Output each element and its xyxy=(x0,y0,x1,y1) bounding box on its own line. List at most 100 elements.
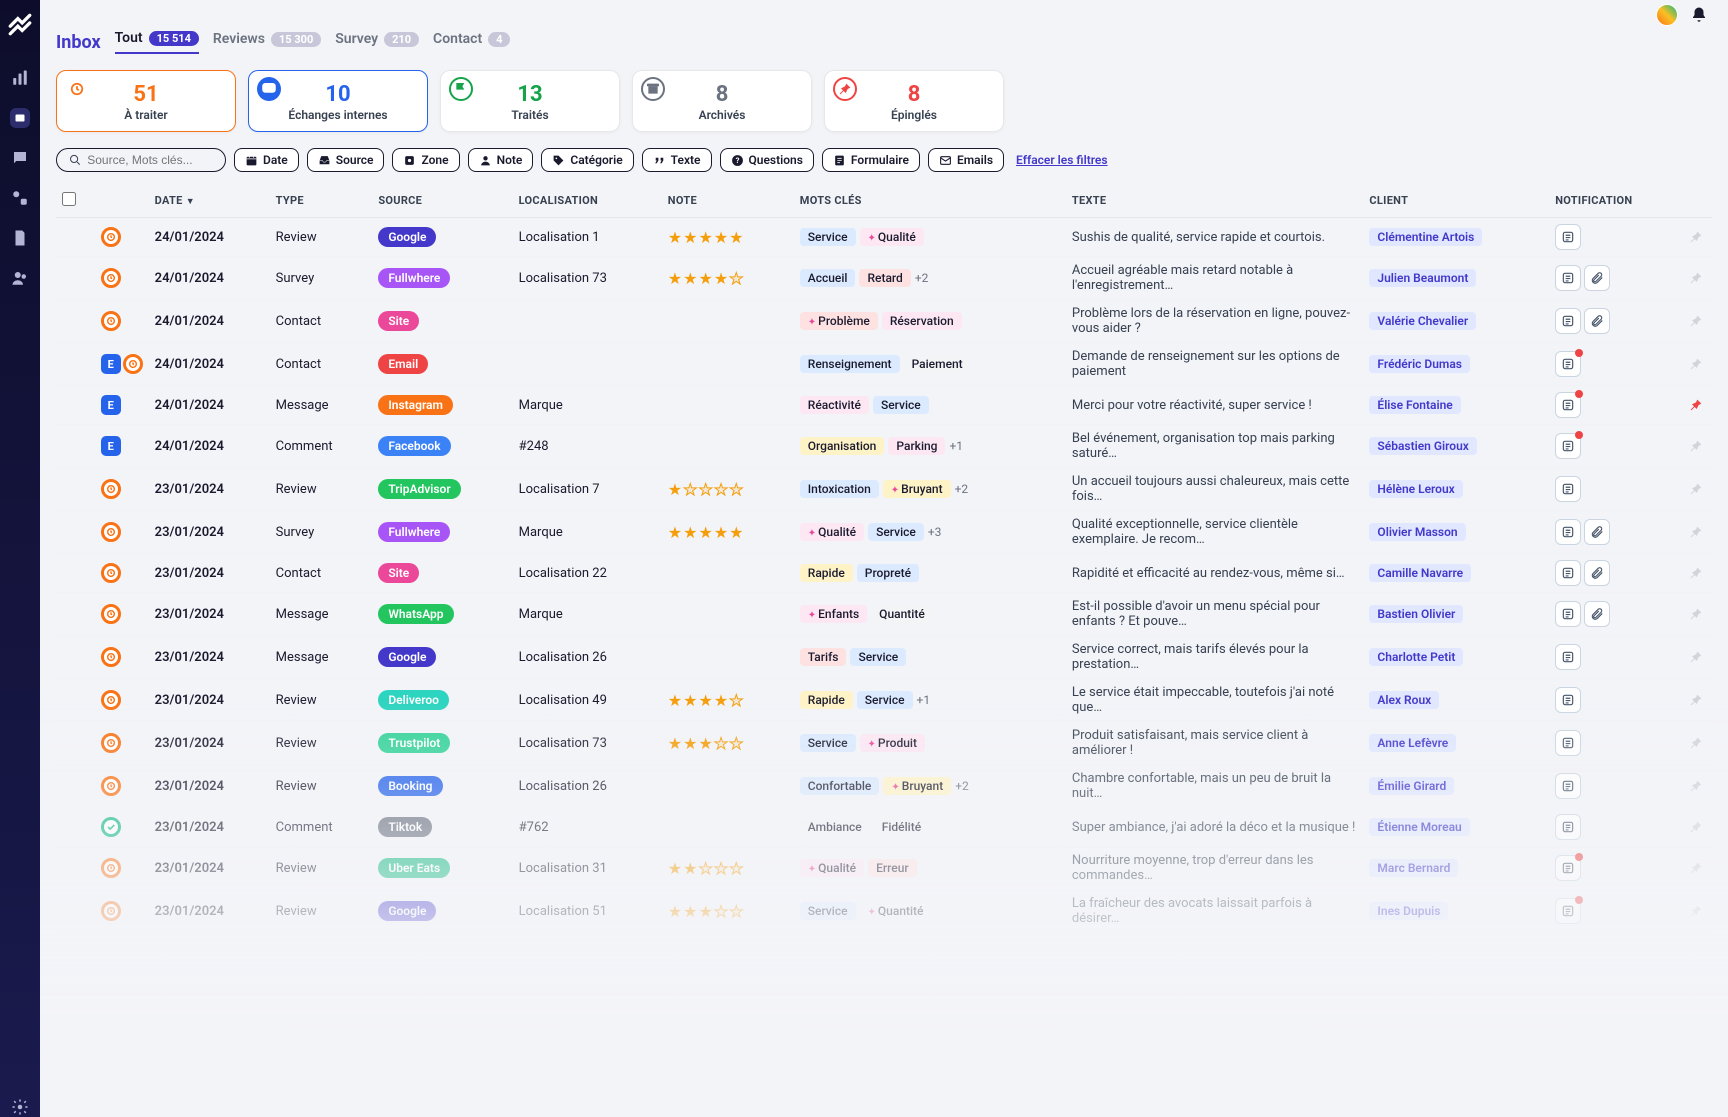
table-row[interactable]: 23/01/2024ReviewTripAdvisorLocalisation … xyxy=(56,468,1712,511)
pin-icon[interactable] xyxy=(1688,356,1706,372)
tab-survey[interactable]: Survey210 xyxy=(335,30,419,54)
clear-filters-link[interactable]: Effacer les filtres xyxy=(1016,153,1108,167)
note-button[interactable] xyxy=(1555,519,1581,545)
note-button[interactable] xyxy=(1555,898,1581,924)
table-row[interactable]: 23/01/2024CommentTiktok#762AmbianceFidél… xyxy=(56,808,1712,847)
client-pill[interactable]: Émilie Girard xyxy=(1369,777,1454,795)
client-pill[interactable]: Olivier Masson xyxy=(1369,523,1465,541)
stat-card-traités[interactable]: 13Traités xyxy=(440,70,620,132)
col-notification[interactable]: NOTIFICATION xyxy=(1549,184,1682,218)
table-row[interactable]: 23/01/2024ContactSiteLocalisation 22Rapi… xyxy=(56,554,1712,593)
search-input[interactable] xyxy=(87,153,213,167)
table-row[interactable]: 24/01/2024ReviewGoogleLocalisation 1★★★★… xyxy=(56,218,1712,257)
nav-chat-icon[interactable] xyxy=(10,148,30,168)
pin-icon[interactable] xyxy=(1688,692,1706,708)
user-avatar[interactable] xyxy=(1656,4,1678,26)
client-pill[interactable]: Julien Beaumont xyxy=(1369,269,1476,287)
client-pill[interactable]: Marc Bernard xyxy=(1369,859,1458,877)
table-row[interactable]: 23/01/2024ReviewGoogleLocalisation 51★★★… xyxy=(56,890,1712,933)
col-localisation[interactable]: LOCALISATION xyxy=(513,184,662,218)
pin-icon[interactable] xyxy=(1688,606,1706,622)
client-pill[interactable]: Anne Lefèvre xyxy=(1369,734,1456,752)
nav-settings-icon[interactable] xyxy=(10,1097,30,1117)
filter-texte[interactable]: Texte xyxy=(642,148,712,172)
note-button[interactable] xyxy=(1555,476,1581,502)
client-pill[interactable]: Alex Roux xyxy=(1369,691,1439,709)
tab-reviews[interactable]: Reviews15 300 xyxy=(213,30,321,54)
table-row[interactable]: 24/01/2024SurveyFullwhereLocalisation 73… xyxy=(56,257,1712,300)
pin-icon[interactable] xyxy=(1688,481,1706,497)
note-button[interactable] xyxy=(1555,560,1581,586)
pin-icon[interactable] xyxy=(1688,565,1706,581)
note-button[interactable] xyxy=(1555,730,1581,756)
note-button[interactable] xyxy=(1555,601,1581,627)
pin-icon[interactable] xyxy=(1688,397,1706,413)
notifications-bell-icon[interactable] xyxy=(1690,6,1708,24)
col-date[interactable]: DATE ▼ xyxy=(149,184,270,218)
filter-catégorie[interactable]: Catégorie xyxy=(541,148,633,172)
pin-icon[interactable] xyxy=(1688,438,1706,454)
attachment-button[interactable] xyxy=(1584,519,1610,545)
filter-note[interactable]: Note xyxy=(468,148,534,172)
pin-icon[interactable] xyxy=(1688,903,1706,919)
col-texte[interactable]: TEXTE xyxy=(1066,184,1364,218)
client-pill[interactable]: Camille Navarre xyxy=(1369,564,1471,582)
note-button[interactable] xyxy=(1555,351,1581,377)
filter-formulaire[interactable]: Formulaire xyxy=(822,148,920,172)
filter-emails[interactable]: Emails xyxy=(928,148,1004,172)
table-row[interactable]: 23/01/2024ReviewBookingLocalisation 26Co… xyxy=(56,765,1712,808)
table-row[interactable]: 23/01/2024ReviewDeliverooLocalisation 49… xyxy=(56,679,1712,722)
pin-icon[interactable] xyxy=(1688,819,1706,835)
nav-document-icon[interactable] xyxy=(10,228,30,248)
filter-zone[interactable]: Zone xyxy=(392,148,459,172)
client-pill[interactable]: Frédéric Dumas xyxy=(1369,355,1470,373)
tab-tout[interactable]: Tout15 514 xyxy=(115,30,199,54)
table-row[interactable]: 23/01/2024ReviewTrustpilotLocalisation 7… xyxy=(56,722,1712,765)
table-row[interactable]: 23/01/2024SurveyFullwhereMarque★★★★★✦Qua… xyxy=(56,511,1712,554)
search-input-wrap[interactable] xyxy=(56,148,226,172)
note-button[interactable] xyxy=(1555,265,1581,291)
table-row[interactable]: E24/01/2024CommentFacebook#248Organisati… xyxy=(56,425,1712,468)
nav-modules-icon[interactable] xyxy=(10,188,30,208)
note-button[interactable] xyxy=(1555,308,1581,334)
col-mots-cles[interactable]: MOTS CLÉS xyxy=(794,184,1066,218)
pin-icon[interactable] xyxy=(1688,735,1706,751)
table-row[interactable]: E24/01/2024MessageInstagramMarqueRéactiv… xyxy=(56,386,1712,425)
stat-card-échanges-internes[interactable]: 10Échanges internes xyxy=(248,70,428,132)
table-row[interactable]: 23/01/2024MessageGoogleLocalisation 26Ta… xyxy=(56,636,1712,679)
note-button[interactable] xyxy=(1555,773,1581,799)
note-button[interactable] xyxy=(1555,814,1581,840)
filter-questions[interactable]: ? Questions xyxy=(720,148,814,172)
note-button[interactable] xyxy=(1555,392,1581,418)
client-pill[interactable]: Valérie Chevalier xyxy=(1369,312,1476,330)
client-pill[interactable]: Élise Fontaine xyxy=(1369,396,1460,414)
col-type[interactable]: TYPE xyxy=(270,184,373,218)
filter-date[interactable]: Date xyxy=(234,148,299,172)
note-button[interactable] xyxy=(1555,644,1581,670)
client-pill[interactable]: Ines Dupuis xyxy=(1369,902,1448,920)
nav-users-icon[interactable] xyxy=(10,268,30,288)
table-row[interactable]: 24/01/2024ContactSite✦ProblèmeRéservatio… xyxy=(56,300,1712,343)
note-button[interactable] xyxy=(1555,224,1581,250)
note-button[interactable] xyxy=(1555,855,1581,881)
client-pill[interactable]: Étienne Moreau xyxy=(1369,818,1469,836)
nav-inbox-icon[interactable] xyxy=(10,108,30,128)
filter-source[interactable]: Source xyxy=(307,148,385,172)
pin-icon[interactable] xyxy=(1688,313,1706,329)
col-note[interactable]: NOTE xyxy=(662,184,794,218)
table-row[interactable]: 23/01/2024MessageWhatsAppMarque✦EnfantsQ… xyxy=(56,593,1712,636)
stat-card-épinglés[interactable]: 8Épinglés xyxy=(824,70,1004,132)
table-row[interactable]: E24/01/2024ContactEmailRenseignementPaie… xyxy=(56,343,1712,386)
pin-icon[interactable] xyxy=(1688,270,1706,286)
attachment-button[interactable] xyxy=(1584,265,1610,291)
tab-contact[interactable]: Contact4 xyxy=(433,30,510,54)
pin-icon[interactable] xyxy=(1688,229,1706,245)
client-pill[interactable]: Clémentine Artois xyxy=(1369,228,1482,246)
note-button[interactable] xyxy=(1555,433,1581,459)
stat-card-archivés[interactable]: 8Archivés xyxy=(632,70,812,132)
nav-analytics-icon[interactable] xyxy=(10,68,30,88)
stat-card-à-traiter[interactable]: 51À traiter xyxy=(56,70,236,132)
table-row[interactable]: 23/01/2024ReviewUber EatsLocalisation 31… xyxy=(56,847,1712,890)
client-pill[interactable]: Hélène Leroux xyxy=(1369,480,1462,498)
pin-icon[interactable] xyxy=(1688,778,1706,794)
